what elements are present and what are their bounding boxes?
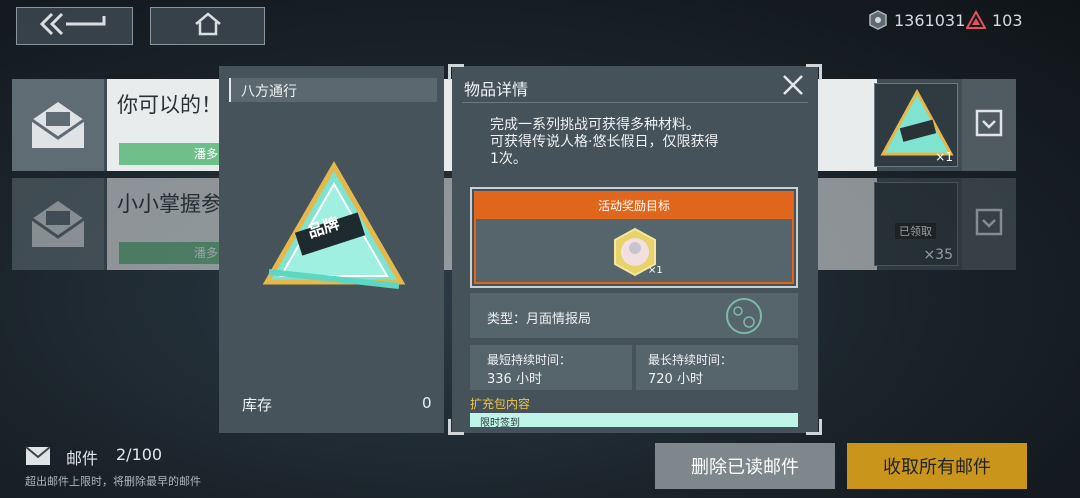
- max-duration-section: 最长持续时间： 720 小时: [636, 345, 798, 390]
- type-label: 类型：月面情报局: [487, 312, 592, 327]
- download-icon: [975, 208, 1003, 240]
- mail-icon: [25, 446, 51, 470]
- detail-title: 物品详情: [464, 80, 529, 99]
- attachment-count: ×35: [923, 247, 953, 263]
- mail-label: 邮件: [66, 449, 99, 468]
- envelope-open-icon: [12, 79, 104, 171]
- coin-eye-icon: [868, 10, 888, 30]
- mail-count: 2/100: [116, 445, 163, 464]
- download-button[interactable]: [962, 79, 1016, 171]
- mail-attachment[interactable]: ×1: [874, 83, 958, 167]
- mail-title: 小小掌握参: [117, 192, 222, 216]
- mail-attachment[interactable]: 已领取 ×35: [874, 182, 958, 266]
- pack-item[interactable]: 限时签到: [470, 413, 798, 427]
- attachment-count: ×1: [935, 150, 953, 164]
- max-time-value: 720 小时: [648, 372, 703, 387]
- reward-header: 活动奖励目标: [476, 193, 792, 219]
- reward-box: 活动奖励目标 ×1: [470, 187, 798, 288]
- home-button[interactable]: [150, 7, 265, 45]
- reward-item[interactable]: ×1: [610, 227, 663, 277]
- mail-limit-note: 超出邮件上限时，将删除最早的邮件: [25, 475, 201, 488]
- back-button[interactable]: [16, 7, 133, 45]
- coin-value: 1361031: [894, 10, 966, 30]
- item-description: 完成一系列挑战可获得多种材料。 可获得传说人格·悠长假日，仅限获得 1次。: [490, 117, 719, 167]
- currency-coins: 1361031: [868, 10, 965, 30]
- pack-label: 扩充包内容: [470, 397, 531, 411]
- item-preview-panel: 八方通行 品牌 库存 0: [219, 66, 444, 433]
- crystal-value: 103: [992, 10, 1023, 30]
- min-time-label: 最短持续时间：: [487, 353, 572, 367]
- currency-crystals: 103: [966, 10, 1023, 30]
- reward-count: ×1: [648, 265, 663, 276]
- item-artwork: 品牌: [259, 154, 409, 304]
- min-time-value: 336 小时: [487, 372, 542, 387]
- moon-icon: [724, 296, 764, 340]
- stock-label: 库存: [242, 396, 273, 414]
- double-chevron-back-icon: [39, 12, 110, 40]
- close-icon: [780, 75, 806, 102]
- envelope-open-icon: [12, 178, 104, 270]
- max-time-label: 最长持续时间：: [648, 353, 733, 367]
- mail-title: 你可以的！: [117, 93, 222, 117]
- home-icon: [194, 12, 222, 40]
- claimed-badge: 已领取: [895, 223, 936, 239]
- delete-read-button[interactable]: 删除已读邮件: [655, 443, 835, 489]
- item-name-bar: 八方通行: [229, 78, 437, 102]
- collect-all-button[interactable]: 收取所有邮件: [847, 443, 1027, 489]
- type-section: 类型：月面情报局: [470, 293, 798, 338]
- download-button[interactable]: [962, 178, 1016, 270]
- red-triangle-icon: [966, 10, 986, 30]
- item-detail-panel: 物品详情 完成一系列挑战可获得多种材料。 可获得传说人格·悠长假日，仅限获得 1…: [448, 64, 822, 435]
- download-icon: [975, 109, 1003, 141]
- min-duration-section: 最短持续时间： 336 小时: [470, 345, 632, 390]
- item-name: 八方通行: [241, 84, 297, 100]
- close-button[interactable]: [780, 72, 806, 98]
- stock-value: 0: [422, 394, 432, 412]
